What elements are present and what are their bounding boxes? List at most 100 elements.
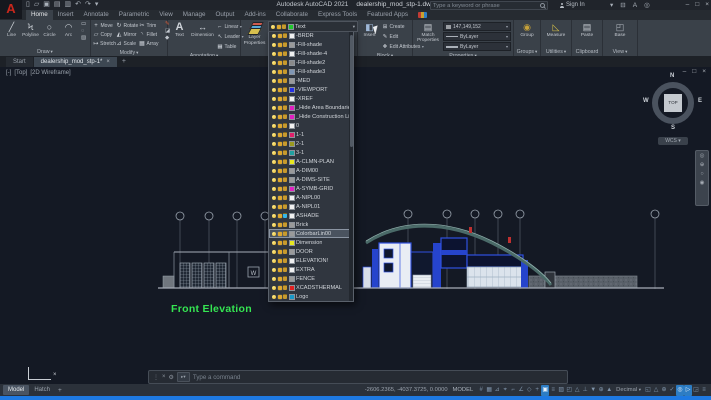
redo-icon[interactable]: ↷ bbox=[85, 0, 91, 10]
layer-row--med[interactable]: -MED bbox=[269, 76, 353, 85]
infer-constraints-icon[interactable]: ⊿ bbox=[493, 385, 501, 396]
layer-lock-icon[interactable] bbox=[283, 249, 287, 255]
layer-thaw-icon[interactable] bbox=[278, 187, 282, 191]
layer-lock-icon[interactable] bbox=[283, 195, 287, 201]
grid-icon[interactable]: # bbox=[477, 385, 485, 396]
command-line[interactable]: ⋮ × ⚙ ▸▾ Type a command bbox=[148, 370, 568, 384]
panel-label-view[interactable]: View▾ bbox=[603, 48, 637, 56]
transparency-icon[interactable]: ▨ bbox=[557, 385, 565, 396]
layer-thaw-icon[interactable] bbox=[278, 196, 282, 200]
scrollbar-thumb[interactable] bbox=[350, 35, 353, 147]
gizmo-icon[interactable]: ⊕ bbox=[597, 385, 605, 396]
trim-tool[interactable]: ✂Trim bbox=[139, 21, 162, 30]
orbit-icon[interactable]: ◉ bbox=[700, 180, 705, 186]
layer-thaw-icon[interactable] bbox=[278, 142, 282, 146]
autocad-logo-icon[interactable]: A bbox=[0, 0, 22, 19]
doc-restore-icon[interactable]: □ bbox=[692, 68, 696, 75]
viewcube-top-face[interactable]: TOP bbox=[664, 94, 682, 112]
layer-lock-icon[interactable] bbox=[283, 33, 287, 39]
command-grip-icon[interactable]: ⋮ bbox=[153, 374, 159, 381]
model-space-canvas[interactable]: [-][Top][2D Wireframe] – □ × bbox=[0, 67, 711, 384]
ribbon-tab-home[interactable]: Home bbox=[26, 10, 53, 20]
3d-object-snap-icon[interactable]: △ bbox=[573, 385, 581, 396]
layer-lock-icon[interactable] bbox=[283, 87, 287, 93]
customization-icon[interactable]: ≡ bbox=[700, 385, 708, 396]
snap-mode-icon[interactable]: ▦ bbox=[485, 385, 493, 396]
layer-row--brdr[interactable]: -BRDR bbox=[269, 31, 353, 40]
ribbon-tab-featured-apps[interactable]: Featured Apps bbox=[362, 10, 413, 20]
layer-lock-icon[interactable] bbox=[283, 78, 287, 84]
layer-row-logo[interactable]: Logo bbox=[269, 292, 353, 301]
ellipse-icon[interactable]: ◌ bbox=[81, 28, 86, 34]
plot-icon[interactable]: ▥ bbox=[65, 0, 72, 10]
file-tab-start[interactable]: Start bbox=[6, 57, 33, 67]
layer-lock-icon[interactable] bbox=[283, 240, 287, 246]
layer-thaw-icon[interactable] bbox=[278, 106, 282, 110]
layer-lock-icon[interactable] bbox=[283, 267, 287, 273]
layer-thaw-icon[interactable] bbox=[278, 232, 282, 236]
layer-thaw-icon[interactable] bbox=[278, 43, 282, 47]
fillet-tool[interactable]: ◝Fillet bbox=[139, 30, 162, 39]
line-tool[interactable]: ╱Line bbox=[2, 21, 21, 38]
layer-thaw-icon[interactable] bbox=[278, 79, 282, 83]
layer-lock-icon[interactable] bbox=[283, 258, 287, 264]
ribbon-tab-express-tools[interactable]: Express Tools bbox=[313, 10, 362, 20]
layer-thaw-icon[interactable] bbox=[278, 295, 282, 299]
dynamic-ucs-icon[interactable]: ⊥ bbox=[581, 385, 589, 396]
layer-on-icon[interactable] bbox=[272, 250, 276, 254]
layer-thaw-icon[interactable] bbox=[278, 133, 282, 137]
linetype-select[interactable]: ByLayer ▾ bbox=[443, 32, 511, 41]
group-tool[interactable]: ◉ Group bbox=[518, 21, 537, 38]
layer-row-a-nipl01[interactable]: A-NIPL01 bbox=[269, 202, 353, 211]
apps-dropdown-icon[interactable]: ▾ bbox=[610, 1, 613, 9]
layer-row--fill-shade3[interactable]: -Fill-shade3 bbox=[269, 67, 353, 76]
wcs-menu[interactable]: WCS ▾ bbox=[658, 137, 688, 145]
model-tab[interactable]: Model bbox=[3, 385, 29, 395]
layer-row--fill-shade2[interactable]: -Fill-shade2 bbox=[269, 58, 353, 67]
layer-thaw-icon[interactable] bbox=[278, 223, 282, 227]
layer-row--hide-construction-lines[interactable]: _Hide Construction Lines bbox=[269, 112, 353, 121]
layer-thaw-icon[interactable] bbox=[278, 97, 282, 101]
layer-thaw-icon[interactable] bbox=[278, 34, 282, 38]
layer-lock-icon[interactable] bbox=[283, 60, 287, 66]
layer-on-icon[interactable] bbox=[272, 142, 276, 146]
layer-lock-icon[interactable] bbox=[283, 186, 287, 192]
customize-quick-access-icon[interactable]: ▾ bbox=[95, 0, 99, 10]
panel-label-groups[interactable]: Groups▾ bbox=[514, 48, 540, 56]
layer-thaw-icon[interactable] bbox=[278, 151, 282, 155]
viewcube-south[interactable]: S bbox=[671, 125, 675, 131]
autodesk-store-icon[interactable]: ⊟ bbox=[620, 1, 625, 9]
mirror-tool[interactable]: ◭Mirror bbox=[116, 30, 139, 39]
layer-row-1-1[interactable]: 1-1 bbox=[269, 130, 353, 139]
file-tab-drawing[interactable]: dealership_mod_stp-1*× bbox=[34, 57, 117, 67]
units-select[interactable]: Decimal ▾ bbox=[616, 387, 641, 393]
annotation-monitor-icon[interactable]: ✓ bbox=[668, 385, 676, 396]
layer-row-a-nipl00[interactable]: A-NIPL00 bbox=[269, 193, 353, 202]
layer-lock-icon[interactable] bbox=[283, 294, 287, 300]
layer-on-icon[interactable] bbox=[272, 223, 276, 227]
layer-row-elevation-[interactable]: ELEVATION! bbox=[269, 256, 353, 265]
ribbon-tab-insert[interactable]: Insert bbox=[53, 10, 79, 20]
layer-row-3-1[interactable]: 3-1 bbox=[269, 148, 353, 157]
layer-row--xref[interactable]: -XREF bbox=[269, 94, 353, 103]
layer-row--fill-shade-4[interactable]: -Fill-shade-4 bbox=[269, 49, 353, 58]
autoscale-icon[interactable]: ◱ bbox=[644, 385, 652, 396]
layer-lock-icon[interactable] bbox=[283, 96, 287, 102]
model-space-label[interactable]: MODEL bbox=[453, 387, 474, 393]
command-close-icon[interactable]: × bbox=[162, 374, 166, 380]
layer-lock-icon[interactable] bbox=[283, 159, 287, 165]
table-tool[interactable]: ▦Table bbox=[217, 42, 244, 51]
command-customize-icon[interactable]: ⚙ bbox=[169, 374, 174, 381]
layer-thaw-icon[interactable] bbox=[278, 241, 282, 245]
layer-on-icon[interactable] bbox=[272, 61, 276, 65]
visual-style-menu[interactable]: [2D Wireframe] bbox=[30, 70, 70, 76]
dropdown-scrollbar[interactable] bbox=[349, 31, 353, 301]
layer-lock-icon[interactable] bbox=[283, 276, 287, 282]
layer-lock-icon[interactable] bbox=[283, 42, 287, 48]
layer-on-icon[interactable] bbox=[272, 286, 276, 290]
clean-screen-icon[interactable]: ◲ bbox=[692, 385, 700, 396]
layer-lock-icon[interactable] bbox=[283, 168, 287, 174]
layer-on-icon[interactable] bbox=[272, 241, 276, 245]
pan-icon[interactable]: ⊕ bbox=[700, 162, 705, 168]
new-layout-button[interactable]: + bbox=[55, 387, 65, 394]
